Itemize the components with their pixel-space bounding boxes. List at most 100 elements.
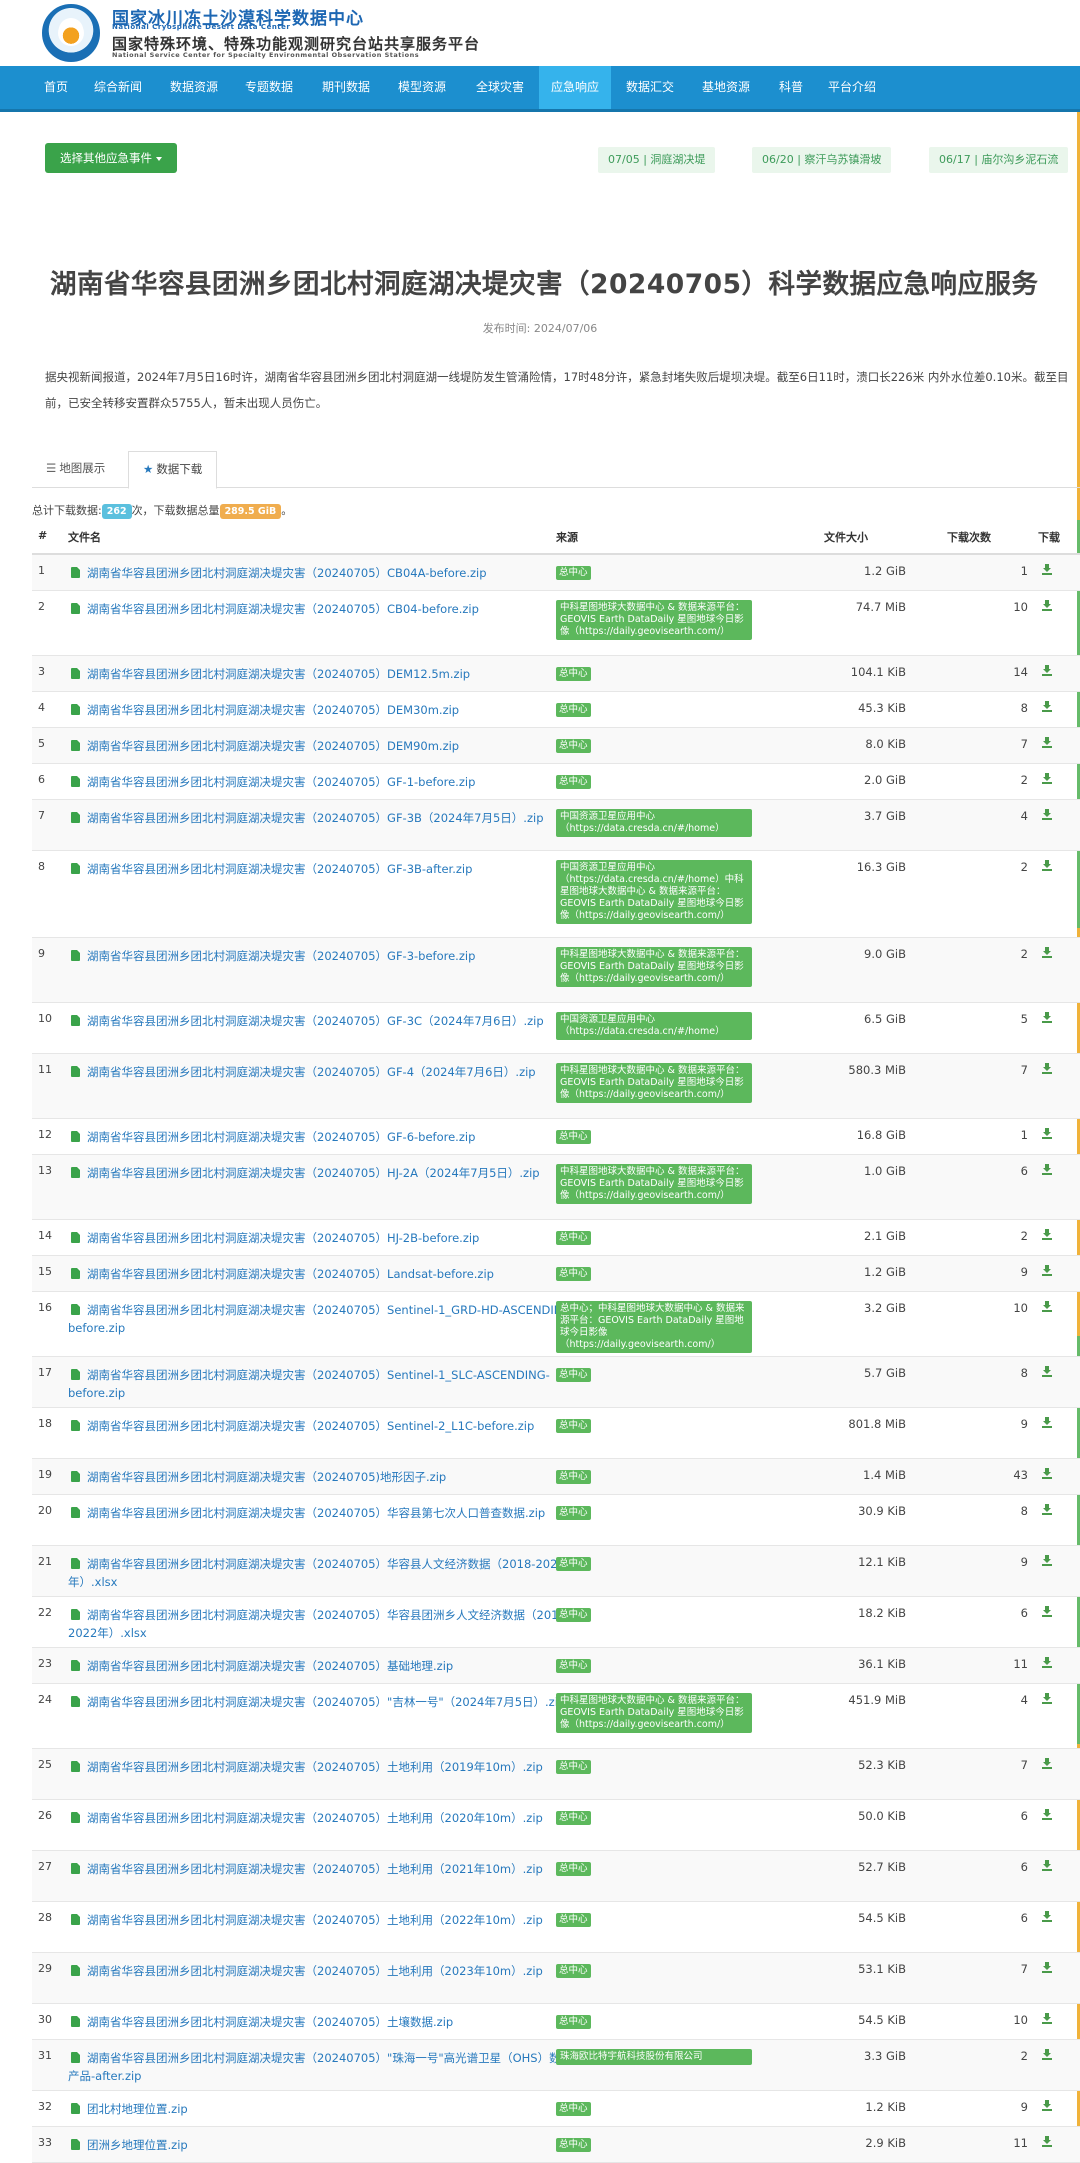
download-button[interactable] [1042, 701, 1052, 714]
download-button[interactable] [1042, 1229, 1052, 1242]
download-button[interactable] [1042, 2100, 1052, 2113]
download-button[interactable] [1042, 600, 1052, 613]
download-button[interactable] [1042, 1504, 1052, 1517]
nav-item-8[interactable]: 应急响应 [539, 66, 612, 109]
row-index: 18 [38, 1417, 52, 1430]
download-button[interactable] [1042, 1366, 1052, 1379]
download-button[interactable] [1042, 1758, 1052, 1771]
download-button[interactable] [1042, 947, 1052, 960]
file-icon [71, 1812, 80, 1823]
download-button[interactable] [1042, 1809, 1052, 1822]
file-link[interactable]: 团北村地理位置.zip [68, 2100, 576, 2118]
nav-item-5[interactable]: 期刊数据 [310, 66, 382, 109]
file-link[interactable]: 湖南省华容县团洲乡团北村洞庭湖决堤灾害（20240705）土地利用（2023年1… [68, 1962, 576, 1980]
download-button[interactable] [1042, 773, 1052, 786]
download-button[interactable] [1042, 2136, 1052, 2149]
download-button[interactable] [1042, 1128, 1052, 1141]
file-link[interactable]: 湖南省华容县团洲乡团北村洞庭湖决堤灾害（20240705）土地利用（2020年1… [68, 1809, 576, 1827]
file-link[interactable]: 湖南省华容县团洲乡团北村洞庭湖决堤灾害（20240705）华容县第七次人口普查数… [68, 1504, 576, 1522]
download-button[interactable] [1042, 1860, 1052, 1873]
nav-item-6[interactable]: 模型资源 [386, 66, 458, 109]
file-link[interactable]: 湖南省华容县团洲乡团北村洞庭湖决堤灾害（20240705）GF-3-before… [68, 947, 576, 965]
file-link[interactable]: 湖南省华容县团洲乡团北村洞庭湖决堤灾害（20240705）CB04-before… [68, 600, 576, 618]
nav-item-7[interactable]: 全球灾害 [464, 66, 536, 109]
tab-map[interactable]: ☰ 地图展示 [32, 451, 119, 486]
tab-download[interactable]: ★ 数据下载 [128, 451, 218, 489]
file-link[interactable]: 湖南省华容县团洲乡团北村洞庭湖决堤灾害（20240705）Sentinel-1_… [68, 1301, 576, 1337]
nav-item-4[interactable]: 专题数据 [233, 66, 305, 109]
file-link[interactable]: 湖南省华容县团洲乡团北村洞庭湖决堤灾害（20240705）土壤数据.zip [68, 2013, 576, 2031]
source-label: 中科星图地球大数据中心 & 数据来源平台：GEOVIS Earth DataDa… [556, 1693, 752, 1733]
download-button[interactable] [1042, 564, 1052, 577]
nav-item-3[interactable]: 数据资源 [158, 66, 230, 109]
nav-item-10[interactable]: 基地资源 [690, 66, 762, 109]
download-button[interactable] [1042, 1657, 1052, 1670]
download-button[interactable] [1042, 1012, 1052, 1025]
file-link[interactable]: 湖南省华容县团洲乡团北村洞庭湖决堤灾害（20240705）土地利用（2021年1… [68, 1860, 576, 1878]
download-button[interactable] [1042, 1265, 1052, 1278]
download-icon [1042, 947, 1052, 958]
file-link[interactable]: 湖南省华容县团洲乡团北村洞庭湖决堤灾害（20240705）GF-1-before… [68, 773, 576, 791]
file-link[interactable]: 湖南省华容县团洲乡团北村洞庭湖决堤灾害（20240705）Sentinel-1_… [68, 1366, 576, 1402]
download-button[interactable] [1042, 1693, 1052, 1706]
table-row: 24 湖南省华容县团洲乡团北村洞庭湖决堤灾害（20240705）"吉林一号"（20… [32, 1684, 1080, 1749]
source-cell: 总中心 [556, 773, 754, 789]
file-link[interactable]: 团洲乡地理位置.zip [68, 2136, 576, 2154]
file-link[interactable]: 湖南省华容县团洲乡团北村洞庭湖决堤灾害（20240705）DEM30m.zip [68, 701, 576, 719]
file-link[interactable]: 湖南省华容县团洲乡团北村洞庭湖决堤灾害（20240705）HJ-2A（2024年… [68, 1164, 576, 1182]
source-label: 总中心 [556, 1811, 591, 1825]
event-link-3[interactable]: 06/17 | 庙尔沟乡泥石流 [929, 147, 1069, 173]
file-link[interactable]: 湖南省华容县团洲乡团北村洞庭湖决堤灾害（20240705）DEM12.5m.zi… [68, 665, 576, 683]
download-button[interactable] [1042, 1301, 1052, 1314]
file-link[interactable]: 湖南省华容县团洲乡团北村洞庭湖决堤灾害（20240705）GF-6-before… [68, 1128, 576, 1146]
file-link[interactable]: 湖南省华容县团洲乡团北村洞庭湖决堤灾害（20240705）土地利用（2019年1… [68, 1758, 576, 1776]
download-button[interactable] [1042, 1417, 1052, 1430]
file-link[interactable]: 湖南省华容县团洲乡团北村洞庭湖决堤灾害（20240705）CB04A-befor… [68, 564, 576, 582]
file-link[interactable]: 湖南省华容县团洲乡团北村洞庭湖决堤灾害（20240705）"吉林一号"（2024… [68, 1693, 576, 1711]
source-label: 中国资源卫星应用中心（https://data.cresda.cn/#/home… [556, 860, 752, 924]
file-link[interactable]: 湖南省华容县团洲乡团北村洞庭湖决堤灾害（20240705）华容县人文经济数据（2… [68, 1555, 576, 1591]
download-button[interactable] [1042, 665, 1052, 678]
file-link[interactable]: 湖南省华容县团洲乡团北村洞庭湖决堤灾害（20240705）GF-4（2024年7… [68, 1063, 576, 1081]
download-button[interactable] [1042, 1063, 1052, 1076]
file-link[interactable]: 湖南省华容县团洲乡团北村洞庭湖决堤灾害（20240705）华容县团洲乡人文经济数… [68, 1606, 576, 1642]
site-logo[interactable] [42, 4, 100, 62]
select-event-button[interactable]: 选择其他应急事件 [45, 143, 177, 173]
row-index: 33 [38, 2136, 52, 2149]
source-cell: 总中心 [556, 1555, 754, 1571]
download-button[interactable] [1042, 809, 1052, 822]
download-button[interactable] [1042, 1962, 1052, 1975]
nav-item-9[interactable]: 数据汇交 [614, 66, 686, 109]
download-button[interactable] [1042, 2013, 1052, 2026]
file-link[interactable]: 湖南省华容县团洲乡团北村洞庭湖决堤灾害（20240705）GF-3B-after… [68, 860, 576, 878]
file-icon [71, 1232, 80, 1243]
file-link[interactable]: 湖南省华容县团洲乡团北村洞庭湖决堤灾害（20240705）Landsat-bef… [68, 1265, 576, 1283]
file-link[interactable]: 湖南省华容县团洲乡团北村洞庭湖决堤灾害（20240705）HJ-2B-befor… [68, 1229, 576, 1247]
file-link[interactable]: 湖南省华容县团洲乡团北村洞庭湖决堤灾害（20240705）GF-3C（2024年… [68, 1012, 576, 1030]
nav-item-11[interactable]: 科普 [767, 66, 815, 109]
nav-item-1[interactable]: 首页 [32, 66, 80, 109]
download-button[interactable] [1042, 1911, 1052, 1924]
file-link[interactable]: 湖南省华容县团洲乡团北村洞庭湖决堤灾害（20240705）Sentinel-2_… [68, 1417, 576, 1435]
file-link[interactable]: 湖南省华容县团洲乡团北村洞庭湖决堤灾害（20240705)地形因子.zip [68, 1468, 576, 1486]
nav-item-12[interactable]: 平台介绍 [816, 66, 888, 109]
file-link[interactable]: 湖南省华容县团洲乡团北村洞庭湖决堤灾害（20240705）DEM90m.zip [68, 737, 576, 755]
file-name: 湖南省华容县团洲乡团北村洞庭湖决堤灾害（20240705）华容县第七次人口普查数… [87, 1506, 546, 1520]
event-link-1[interactable]: 07/05 | 洞庭湖决堤 [598, 147, 716, 173]
file-link[interactable]: 湖南省华容县团洲乡团北村洞庭湖决堤灾害（20240705）土地利用（2022年1… [68, 1911, 576, 1929]
download-button[interactable] [1042, 1468, 1052, 1481]
download-button[interactable] [1042, 860, 1052, 873]
nav-item-2[interactable]: 综合新闻 [82, 66, 154, 109]
file-link[interactable]: 湖南省华容县团洲乡团北村洞庭湖决堤灾害（20240705）"珠海一号"高光谱卫星… [68, 2049, 576, 2085]
source-label: 总中心 [556, 1368, 591, 1382]
download-button[interactable] [1042, 1164, 1052, 1177]
file-link[interactable]: 湖南省华容县团洲乡团北村洞庭湖决堤灾害（20240705）GF-3B（2024年… [68, 809, 576, 827]
event-link-2[interactable]: 06/20 | 察汗乌苏镇滑坡 [752, 147, 892, 173]
download-button[interactable] [1042, 737, 1052, 750]
file-size: 74.7 MiB [855, 600, 906, 614]
download-button[interactable] [1042, 1555, 1052, 1568]
download-button[interactable] [1042, 1606, 1052, 1619]
download-button[interactable] [1042, 2049, 1052, 2062]
download-icon [1042, 1693, 1052, 1704]
file-link[interactable]: 湖南省华容县团洲乡团北村洞庭湖决堤灾害（20240705）基础地理.zip [68, 1657, 576, 1675]
